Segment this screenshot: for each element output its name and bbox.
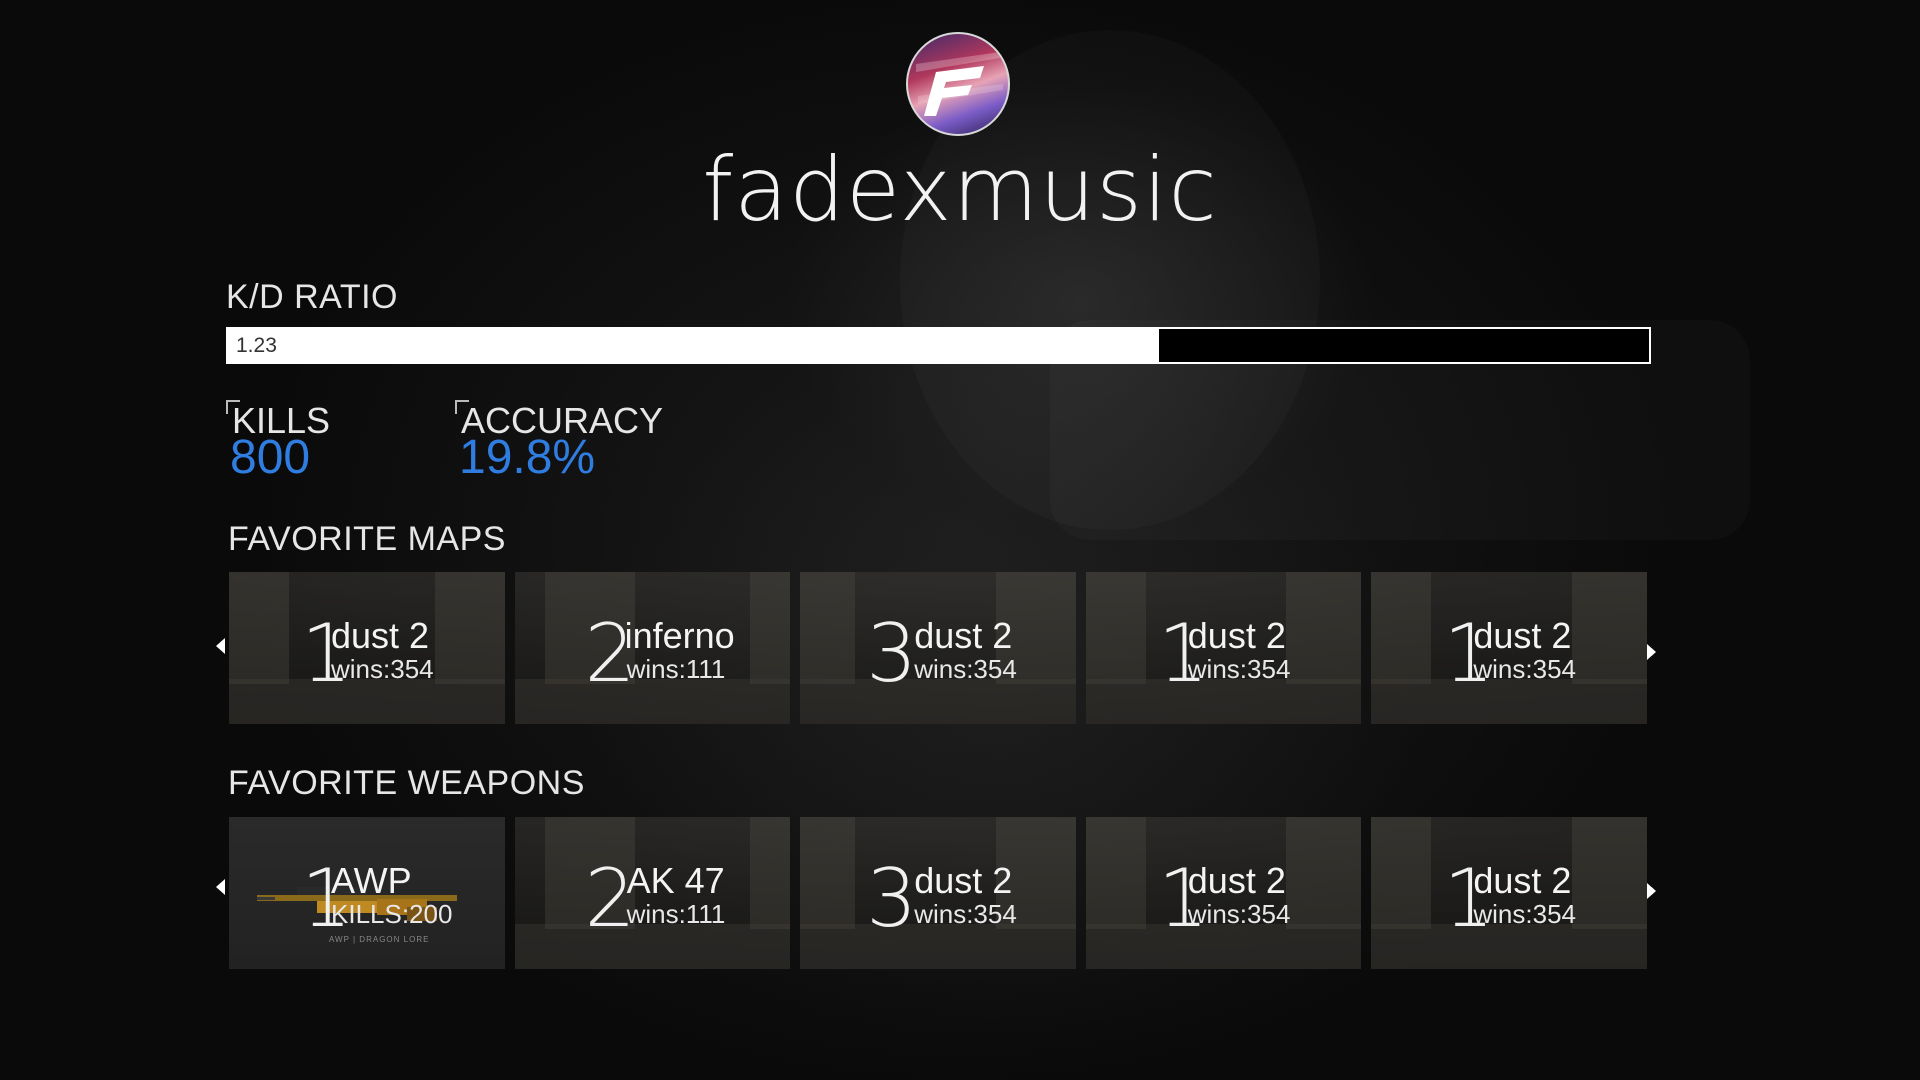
favorite-maps-carousel: 1 dust 2 wins:354 2 inferno wins:111 3 d… xyxy=(216,572,1656,728)
weapon-name: AK 47 xyxy=(626,860,725,901)
map-thumbnail xyxy=(1286,572,1362,684)
kd-ratio-fill xyxy=(228,329,1159,362)
kills-value: 800 xyxy=(230,431,311,484)
chevron-right-icon[interactable] xyxy=(1647,644,1656,660)
weapon-thumbnail xyxy=(1371,817,1432,929)
map-wins: wins:354 xyxy=(1187,654,1291,684)
weapon-card[interactable]: 1 dust 2 wins:354 xyxy=(1085,817,1362,969)
weapon-thumbnail xyxy=(514,924,791,969)
map-name: dust 2 xyxy=(1187,615,1286,656)
weapon-thumbnail xyxy=(1085,924,1362,969)
map-card[interactable]: 3 dust 2 wins:354 xyxy=(800,572,1076,724)
weapon-card[interactable]: 3 dust 2 wins:354 xyxy=(800,817,1076,969)
avatar[interactable] xyxy=(906,32,1010,136)
weapon-thumbnail xyxy=(1286,817,1362,929)
username: fadexmusic xyxy=(702,138,1218,241)
favorite-weapons-carousel: AWP | DRAGON LORE 1 AWP KILLS:200 2 AK 4… xyxy=(216,817,1656,973)
map-wins: wins:354 xyxy=(1473,654,1576,684)
weapon-kills: KILLS:200 xyxy=(331,899,453,929)
map-card[interactable]: 1 dust 2 wins:354 xyxy=(229,572,505,724)
weapon-thumbnail xyxy=(1085,817,1146,929)
accuracy-stat: ACCURACY 19.8% xyxy=(455,400,715,490)
weapon-thumbnail xyxy=(800,817,856,929)
map-card[interactable]: 1 dust 2 wins:354 xyxy=(1371,572,1647,724)
map-wins: wins:354 xyxy=(331,654,434,684)
weapon-thumbnail xyxy=(1571,817,1647,929)
weapon-card[interactable]: AWP | DRAGON LORE 1 AWP KILLS:200 xyxy=(229,817,505,969)
map-wins: wins:354 xyxy=(914,654,1017,684)
profile-page: fadexmusic K/D RATIO 1.23 KILLS 800 ACCU… xyxy=(0,0,1920,1080)
favorite-maps-title: FAVORITE MAPS xyxy=(228,520,506,558)
weapon-wins: wins:354 xyxy=(1473,899,1576,929)
favorite-weapons-title: FAVORITE WEAPONS xyxy=(228,764,585,802)
weapon-card[interactable]: 2 AK 47 wins:111 xyxy=(514,817,791,969)
map-thumbnail xyxy=(1371,572,1432,684)
kills-stat: KILLS 800 xyxy=(226,400,426,490)
chevron-right-icon[interactable] xyxy=(1647,883,1656,899)
map-thumbnail xyxy=(514,679,791,724)
kd-ratio-label: K/D RATIO xyxy=(226,278,398,316)
map-name: dust 2 xyxy=(331,615,430,656)
weapon-thumbnail xyxy=(1371,924,1647,969)
kd-ratio-bar: 1.23 xyxy=(226,327,1651,364)
chevron-left-icon[interactable] xyxy=(216,879,225,895)
fadex-logo-icon xyxy=(916,52,1003,116)
map-thumbnail xyxy=(229,679,505,724)
map-thumbnail xyxy=(1371,679,1647,724)
weapon-thumbnail xyxy=(800,924,1076,969)
map-thumbnail xyxy=(750,572,791,684)
map-name: inferno xyxy=(624,615,735,656)
map-thumbnail xyxy=(800,572,856,684)
map-rank: 3 xyxy=(866,607,918,700)
weapon-wins: wins:354 xyxy=(914,899,1017,929)
weapon-card[interactable]: 1 dust 2 wins:354 xyxy=(1371,817,1647,969)
weapon-wins: wins:111 xyxy=(626,899,726,929)
weapon-name: dust 2 xyxy=(1473,860,1572,901)
chevron-left-icon[interactable] xyxy=(216,638,225,654)
map-thumbnail xyxy=(1571,572,1647,684)
accuracy-value: 19.8% xyxy=(459,431,596,484)
map-name: dust 2 xyxy=(914,615,1013,656)
weapon-rank: 3 xyxy=(866,852,918,945)
map-card[interactable]: 1 dust 2 wins:354 xyxy=(1085,572,1362,724)
map-thumbnail xyxy=(229,572,289,684)
weapon-wins: wins:354 xyxy=(1187,899,1291,929)
map-thumbnail xyxy=(434,572,505,684)
weapon-name: dust 2 xyxy=(914,860,1013,901)
map-thumbnail xyxy=(800,679,1076,724)
map-wins: wins:111 xyxy=(626,654,726,684)
map-name: dust 2 xyxy=(1473,615,1572,656)
weapon-name: dust 2 xyxy=(1187,860,1286,901)
weapon-thumbnail xyxy=(750,817,791,929)
kd-ratio-value: 1.23 xyxy=(236,334,277,357)
map-thumbnail xyxy=(1085,679,1362,724)
map-thumbnail xyxy=(1085,572,1146,684)
map-card[interactable]: 2 inferno wins:111 xyxy=(514,572,791,724)
weapon-name: AWP xyxy=(331,860,412,901)
